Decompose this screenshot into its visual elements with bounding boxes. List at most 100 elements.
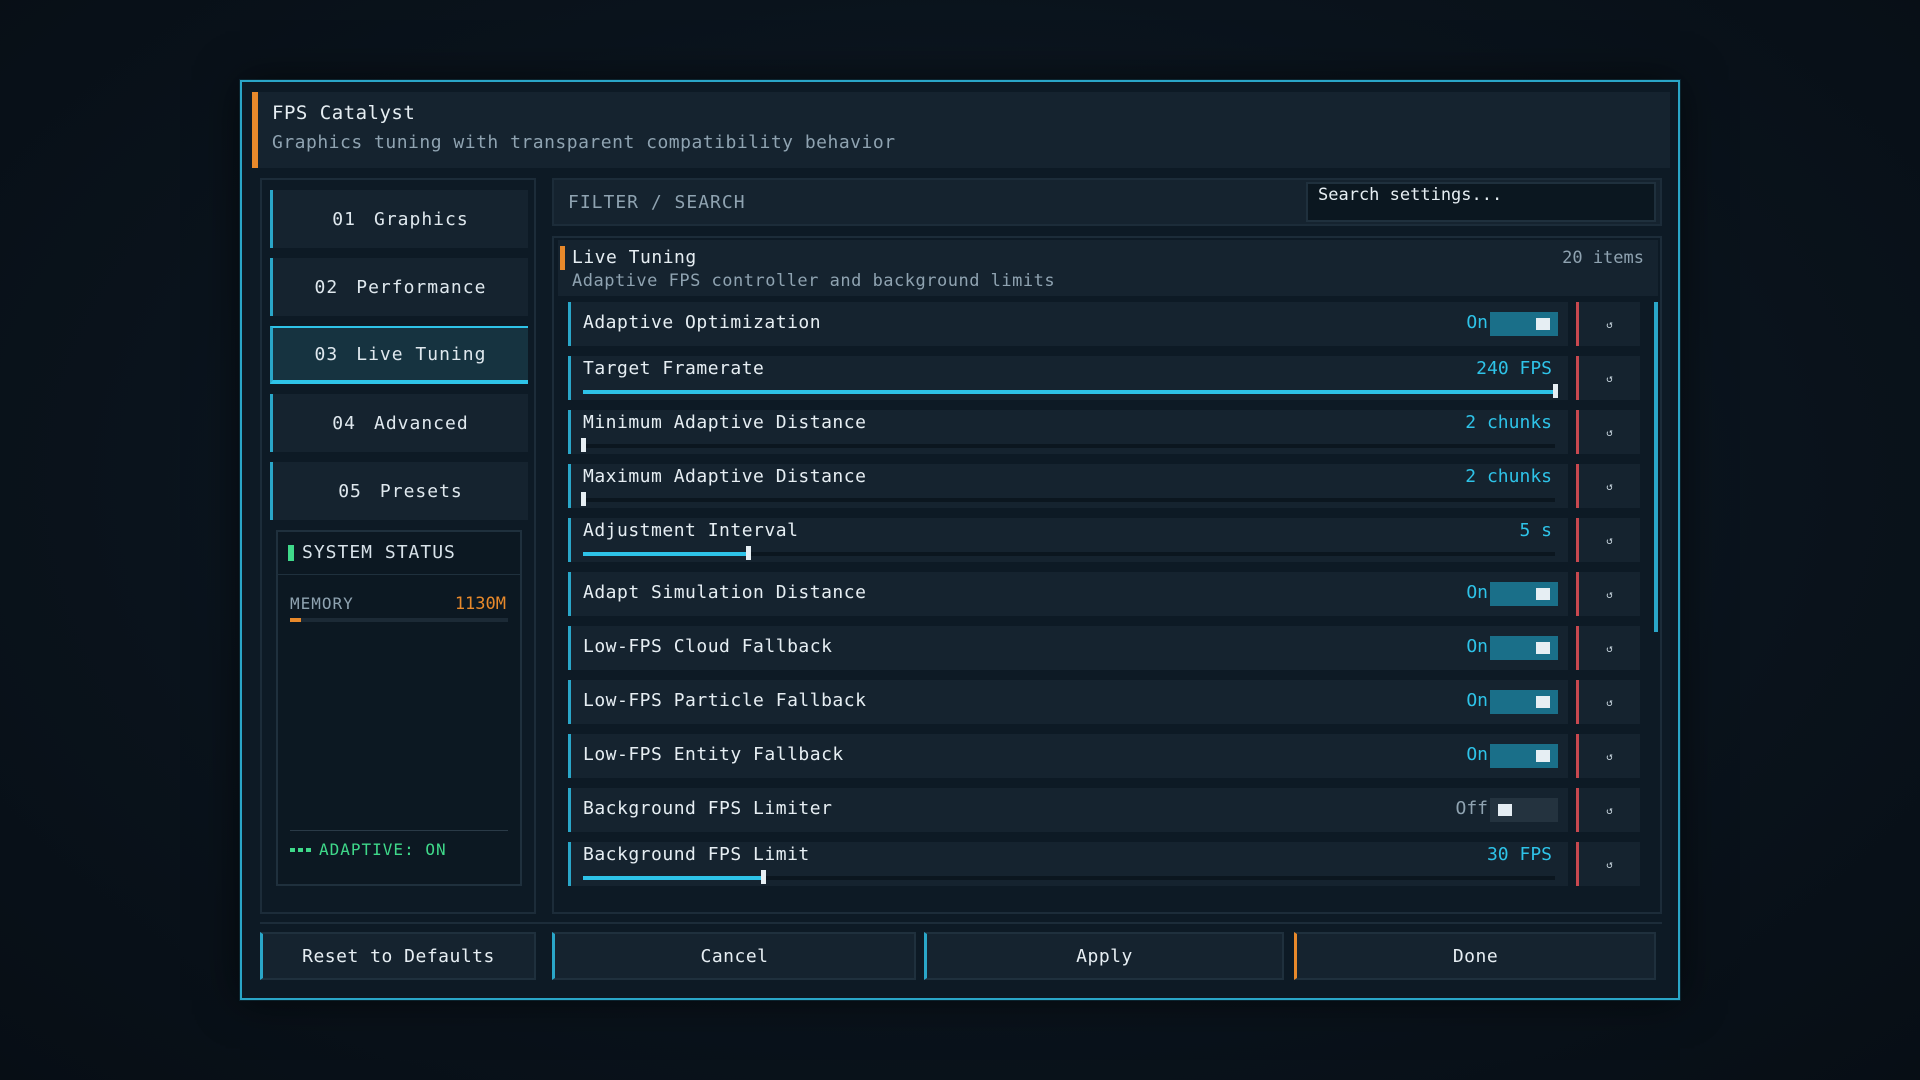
toggle-knob bbox=[1536, 588, 1550, 600]
scrollbar[interactable] bbox=[1654, 302, 1658, 632]
setting-row: Adaptive Optimization On bbox=[568, 302, 1568, 346]
toggle-switch[interactable] bbox=[1490, 744, 1558, 768]
toggle-knob bbox=[1536, 318, 1550, 330]
setting-value: On bbox=[1466, 582, 1488, 603]
reset-setting-button[interactable]: ↺ bbox=[1576, 734, 1640, 778]
section-header: Live Tuning Adaptive FPS controller and … bbox=[558, 240, 1658, 296]
toggle-switch[interactable] bbox=[1490, 690, 1558, 714]
slider-track[interactable] bbox=[583, 384, 1558, 398]
sidebar-item-label: Graphics bbox=[373, 208, 469, 230]
setting-value: 240 FPS bbox=[1476, 358, 1552, 379]
toggle-knob bbox=[1536, 750, 1550, 762]
system-status-panel: SYSTEM STATUS MEMORY 1130M ADAPTIVE: ON bbox=[276, 530, 522, 886]
memory-value: 1130M bbox=[454, 594, 506, 614]
reset-icon: ↺ bbox=[1606, 479, 1613, 493]
setting-row: Adapt Simulation Distance On bbox=[568, 572, 1568, 616]
slider-fill bbox=[583, 876, 763, 880]
activity-dots-icon bbox=[290, 847, 311, 852]
slider-thumb[interactable] bbox=[760, 870, 766, 884]
sidebar-item-label: Presets bbox=[379, 480, 463, 502]
toggle-switch[interactable] bbox=[1490, 798, 1558, 822]
setting-row: Low-FPS Cloud Fallback On bbox=[568, 626, 1568, 670]
setting-value: 30 FPS bbox=[1486, 844, 1552, 865]
reset-icon: ↺ bbox=[1606, 425, 1613, 439]
toggle-switch[interactable] bbox=[1490, 636, 1558, 660]
reset-icon: ↺ bbox=[1606, 587, 1613, 601]
setting-label: Maximum Adaptive Distance bbox=[583, 466, 867, 487]
sidebar-item-performance[interactable]: 02 Performance bbox=[270, 258, 528, 316]
done-button[interactable]: Done bbox=[1294, 932, 1656, 980]
reset-icon: ↺ bbox=[1606, 533, 1613, 547]
reset-icon: ↺ bbox=[1606, 695, 1613, 709]
sidebar-item-number: 05 bbox=[338, 480, 362, 502]
setting-label: Adaptive Optimization bbox=[583, 312, 822, 333]
setting-label: Adjustment Interval bbox=[583, 520, 799, 541]
sidebar-item-label: Performance bbox=[356, 276, 487, 298]
apply-button[interactable]: Apply bbox=[924, 932, 1284, 980]
live-tuning-section: Live Tuning Adaptive FPS controller and … bbox=[552, 236, 1662, 914]
sidebar-item-live-tuning[interactable]: 03 Live Tuning bbox=[270, 326, 528, 384]
setting-row: Low-FPS Entity Fallback On bbox=[568, 734, 1568, 778]
window-title: FPS Catalyst bbox=[272, 102, 416, 124]
slider-track[interactable] bbox=[583, 870, 1555, 884]
slider-thumb[interactable] bbox=[581, 438, 586, 452]
section-subtitle: Adaptive FPS controller and background l… bbox=[572, 271, 1056, 291]
system-status-header: SYSTEM STATUS bbox=[288, 542, 456, 563]
reset-icon: ↺ bbox=[1606, 749, 1613, 763]
settings-window: FPS Catalyst Graphics tuning with transp… bbox=[240, 80, 1680, 1000]
reset-setting-button[interactable]: ↺ bbox=[1576, 788, 1640, 832]
search-box bbox=[1306, 182, 1656, 222]
reset-setting-button[interactable]: ↺ bbox=[1576, 302, 1640, 346]
main-panel: FILTER / SEARCH Live Tuning Adaptive FPS… bbox=[552, 178, 1662, 914]
filter-label: FILTER / SEARCH bbox=[568, 192, 746, 213]
reset-setting-button[interactable]: ↺ bbox=[1576, 680, 1640, 724]
section-accent-bar bbox=[560, 246, 565, 270]
slider-thumb[interactable] bbox=[1553, 384, 1558, 398]
reset-setting-button[interactable]: ↺ bbox=[1576, 410, 1640, 454]
slider-track[interactable] bbox=[581, 438, 1555, 452]
setting-label: Target Framerate bbox=[583, 358, 765, 379]
reset-icon: ↺ bbox=[1606, 371, 1613, 385]
sidebar-item-graphics[interactable]: 01 Graphics bbox=[270, 190, 528, 248]
adaptive-status-label: ADAPTIVE: ON bbox=[319, 840, 447, 859]
setting-label: Low-FPS Entity Fallback bbox=[583, 744, 844, 765]
adaptive-status: ADAPTIVE: ON bbox=[290, 840, 447, 859]
reset-setting-button[interactable]: ↺ bbox=[1576, 464, 1640, 508]
cancel-button[interactable]: Cancel bbox=[552, 932, 916, 980]
sidebar-item-presets[interactable]: 05 Presets bbox=[270, 462, 528, 520]
sidebar-item-advanced[interactable]: 04 Advanced bbox=[270, 394, 528, 452]
setting-row: Low-FPS Particle Fallback On bbox=[568, 680, 1568, 724]
reset-setting-button[interactable]: ↺ bbox=[1576, 572, 1640, 616]
search-input[interactable] bbox=[1308, 184, 1654, 220]
setting-row: Maximum Adaptive Distance 2 chunks bbox=[568, 464, 1568, 508]
setting-label: Minimum Adaptive Distance bbox=[583, 412, 867, 433]
setting-row: Minimum Adaptive Distance 2 chunks bbox=[568, 410, 1568, 454]
setting-value: On bbox=[1466, 636, 1488, 657]
slider-thumb[interactable] bbox=[746, 546, 752, 560]
sidebar-item-number: 03 bbox=[314, 343, 339, 365]
slider-track[interactable] bbox=[581, 492, 1555, 506]
reset-icon: ↺ bbox=[1606, 641, 1613, 655]
divider bbox=[260, 922, 1662, 924]
filter-bar: FILTER / SEARCH bbox=[552, 178, 1662, 226]
sidebar-item-number: 04 bbox=[332, 412, 356, 434]
reset-setting-button[interactable]: ↺ bbox=[1576, 842, 1640, 886]
section-title: Live Tuning bbox=[572, 247, 697, 268]
reset-setting-button[interactable]: ↺ bbox=[1576, 356, 1640, 400]
toggle-switch[interactable] bbox=[1490, 582, 1558, 606]
slider-track[interactable] bbox=[583, 546, 1555, 560]
title-bar: FPS Catalyst Graphics tuning with transp… bbox=[252, 92, 1670, 168]
reset-setting-button[interactable]: ↺ bbox=[1576, 518, 1640, 562]
reset-setting-button[interactable]: ↺ bbox=[1576, 626, 1640, 670]
settings-list: Adaptive Optimization On ↺ Target Framerate… bbox=[568, 302, 1648, 902]
window-subtitle: Graphics tuning with transparent compati… bbox=[272, 132, 896, 153]
reset-icon: ↺ bbox=[1606, 857, 1613, 871]
reset-icon: ↺ bbox=[1606, 803, 1613, 817]
sidebar-item-label: Live Tuning bbox=[356, 343, 487, 365]
slider-thumb[interactable] bbox=[581, 492, 586, 506]
reset-to-defaults-button[interactable]: Reset to Defaults bbox=[260, 932, 536, 980]
slider-fill bbox=[583, 390, 1555, 394]
setting-value: On bbox=[1466, 690, 1488, 711]
toggle-switch[interactable] bbox=[1490, 312, 1558, 336]
setting-label: Adapt Simulation Distance bbox=[583, 582, 867, 603]
